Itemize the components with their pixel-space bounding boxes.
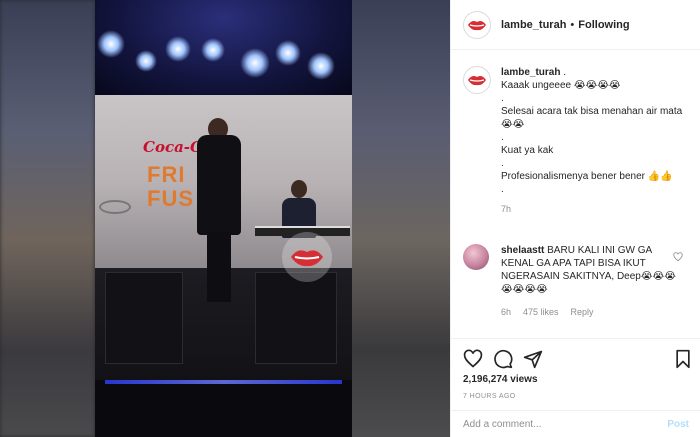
lips-logo-icon	[468, 20, 486, 30]
caption-line: .	[501, 158, 504, 169]
caption-line: Kaaak ungeeee 😭😭😭😭	[501, 80, 621, 91]
post-details-panel: lambe_turah • Following lambe_turah . Ka…	[450, 0, 700, 437]
avatar[interactable]	[463, 10, 491, 39]
comment-item: shelaastt BARU KALI INI GW GA KENAL GA A…	[463, 244, 695, 319]
stage-light	[307, 52, 335, 80]
stage-light	[240, 48, 270, 78]
stage-light	[275, 40, 301, 66]
video-player[interactable]: Coca-Cola FRI FUS	[95, 0, 352, 437]
caption-line: Kuat ya kak	[501, 145, 554, 156]
post-actions	[451, 338, 700, 378]
caption-line: Selesai acara tak bisa menahan air mata😭…	[501, 106, 683, 130]
view-count[interactable]: 2,196,274 views	[463, 374, 538, 385]
following-button[interactable]: Following	[578, 19, 629, 31]
reply-button[interactable]: Reply	[571, 306, 594, 319]
share-icon[interactable]	[523, 349, 543, 369]
post-comment-button[interactable]: Post	[667, 419, 689, 430]
stage-speaker	[255, 272, 337, 364]
blurred-background-right	[352, 0, 450, 437]
comment-likes[interactable]: 475 likes	[523, 306, 559, 319]
caption-text: lambe_turah . Kaaak ungeeee 😭😭😭😭 . Seles…	[501, 66, 691, 216]
instagram-post-modal: Coca-Cola FRI FUS lambe_turah • Followin…	[0, 0, 700, 437]
caption-line: .	[501, 184, 504, 195]
stage-light	[201, 38, 225, 62]
post-header: lambe_turah • Following	[451, 0, 700, 50]
singer-legs	[207, 232, 231, 302]
caption-line: .	[563, 67, 567, 78]
stage-light	[135, 50, 157, 72]
stage-light	[165, 36, 191, 62]
caption-username[interactable]: lambe_turah	[501, 67, 560, 78]
header-username[interactable]: lambe_turah	[501, 19, 566, 31]
lips-watermark-icon	[282, 232, 332, 282]
comment-username[interactable]: shelaastt	[501, 245, 544, 256]
add-comment-input[interactable]	[463, 418, 668, 430]
media-area: Coca-Cola FRI FUS	[0, 0, 450, 437]
banner-text-line1: FRI	[147, 162, 186, 187]
comment-timestamp[interactable]: 6h	[501, 306, 511, 319]
bookmark-icon[interactable]	[673, 349, 693, 369]
caption-timestamp[interactable]: 7h	[501, 203, 691, 216]
comment-composer: Post	[451, 410, 700, 437]
comment-body: shelaastt BARU KALI INI GW GA KENAL GA A…	[501, 244, 681, 319]
avatar[interactable]	[463, 244, 489, 270]
comment-icon[interactable]	[493, 349, 513, 369]
keyboardist-head	[291, 180, 307, 198]
heart-icon[interactable]	[463, 349, 483, 369]
stage-front-lights	[105, 380, 342, 384]
caption: lambe_turah . Kaaak ungeeee 😭😭😭😭 . Seles…	[463, 66, 693, 216]
stage-light	[97, 30, 125, 58]
banner-text-line2: FUS	[147, 186, 194, 211]
drum-kit	[99, 200, 131, 214]
caption-line: Profesionalismenya bener bener 👍👍	[501, 171, 673, 182]
blurred-background-left	[0, 0, 95, 437]
singer	[197, 135, 241, 235]
caption-line: .	[501, 132, 504, 143]
post-time-ago[interactable]: 7 HOURS AGO	[463, 393, 516, 400]
header-separator: •	[570, 18, 575, 31]
comment-meta: 6h 475 likes Reply	[501, 306, 681, 319]
caption-line: .	[501, 93, 504, 104]
lips-logo-icon	[468, 76, 486, 86]
caption-avatar[interactable]	[463, 66, 491, 94]
heart-small-icon[interactable]	[673, 252, 683, 262]
stage-front	[95, 380, 352, 437]
stage-speaker	[105, 272, 183, 364]
